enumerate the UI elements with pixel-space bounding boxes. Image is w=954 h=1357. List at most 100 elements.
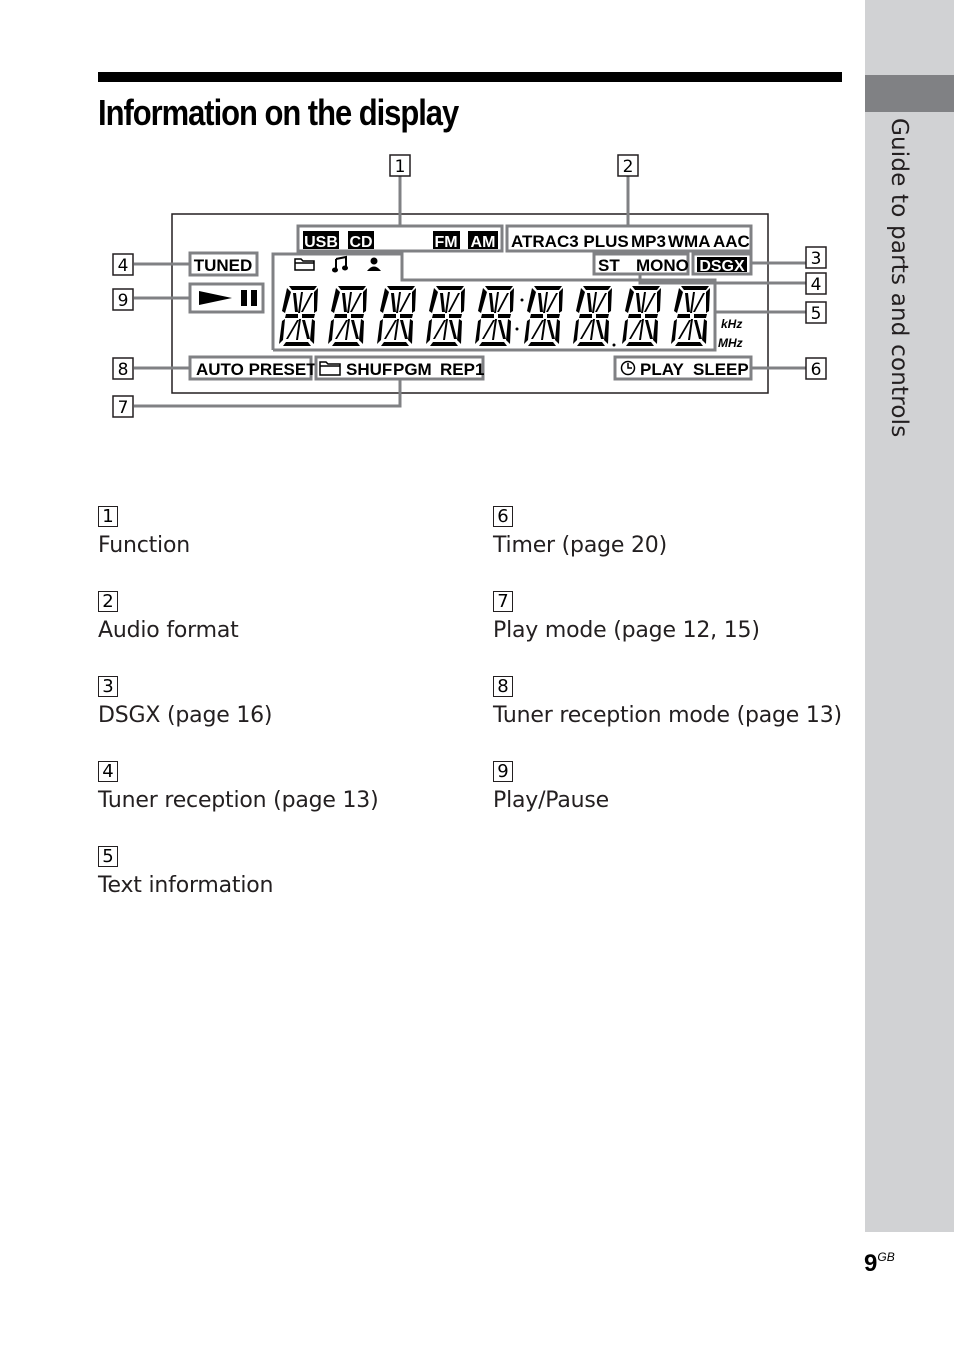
segment-digit — [524, 286, 563, 346]
digit-segment — [534, 286, 562, 290]
segment-digit — [426, 286, 465, 346]
digit-segment — [383, 314, 396, 318]
digit-segment — [475, 319, 481, 344]
digit-segment — [283, 342, 311, 346]
legend-item: 5 Text information — [98, 846, 273, 898]
auto-preset-indicator: AUTO PRESET — [196, 360, 317, 379]
legend-label: Audio format — [98, 618, 239, 643]
segment-digit — [279, 286, 318, 346]
digit-segment — [706, 288, 710, 313]
mp3-indicator: MP3 — [631, 232, 666, 251]
digit-segment — [674, 288, 683, 313]
rep1-indicator: REP1 — [440, 360, 484, 379]
digit-segment — [377, 319, 383, 344]
callout-3: 3 — [805, 246, 827, 269]
digit-segment — [426, 319, 432, 344]
digit-segment — [524, 319, 530, 344]
segment-digit — [622, 286, 661, 346]
svg-text:4: 4 — [811, 275, 822, 295]
digit-segment — [596, 320, 604, 339]
digit-segment — [289, 286, 317, 290]
digit-segment — [387, 286, 415, 290]
digit-segment — [334, 314, 347, 318]
digit-segment — [342, 293, 347, 312]
digit-segment — [489, 293, 494, 312]
page-number-value: 9 — [864, 1250, 878, 1277]
svg-text:6: 6 — [811, 360, 822, 380]
digit-segment — [506, 319, 511, 344]
digit-segment — [628, 314, 641, 318]
digit-segment — [448, 293, 460, 312]
sleep-indicator: SLEEP — [693, 360, 749, 379]
digit-segment — [449, 314, 462, 318]
digit-segment — [604, 319, 609, 344]
legend-number: 8 — [493, 676, 513, 697]
digit-segment — [645, 314, 658, 318]
digit-segment — [301, 293, 313, 312]
segment-digit — [377, 286, 416, 346]
svg-text:8: 8 — [118, 360, 129, 380]
digit-segment — [399, 293, 411, 312]
digit-segment — [559, 288, 563, 313]
segment-digit — [573, 286, 612, 346]
digit-segment — [625, 288, 634, 313]
digit-segment — [381, 342, 409, 346]
digit-segment — [677, 314, 690, 318]
digit-segment — [498, 320, 506, 339]
digit-segment — [546, 293, 558, 312]
legend-label: Tuner reception (page 13) — [98, 788, 379, 813]
am-indicator: AM — [468, 231, 498, 251]
svg-text:FM: FM — [434, 234, 457, 251]
legend-label: Play mode (page 12, 15) — [493, 618, 760, 643]
digit-segment — [436, 286, 464, 290]
svg-text:9: 9 — [118, 291, 129, 311]
callout-4-left: 4 — [112, 253, 134, 276]
digit-segment — [328, 319, 334, 344]
digit-segment — [485, 286, 513, 290]
play-timer-indicator: PLAY — [640, 360, 684, 379]
digit-segment — [310, 319, 315, 344]
digit-segment — [302, 320, 310, 339]
svg-text:CD: CD — [349, 234, 372, 251]
svg-text:7: 7 — [118, 398, 129, 418]
segment-digit — [475, 286, 514, 346]
callout-4-right: 4 — [805, 272, 827, 295]
play-icon — [199, 291, 232, 305]
cd-indicator: CD — [348, 231, 374, 251]
svg-text:2: 2 — [623, 157, 634, 177]
digit-segment — [528, 342, 556, 346]
legend-number: 5 — [98, 846, 118, 867]
tuned-indicator: TUNED — [194, 256, 253, 275]
dsgx-indicator: DSGX — [699, 258, 745, 275]
digit-segment — [681, 286, 709, 290]
digit-segment — [671, 319, 677, 344]
digit-segment — [622, 319, 628, 344]
svg-text:5: 5 — [811, 304, 822, 324]
digit-segment — [587, 293, 592, 312]
st-indicator: ST — [598, 256, 620, 275]
legend-label: Text information — [98, 873, 274, 898]
play-mode-folder-icon — [319, 361, 341, 376]
legend-item: 3 DSGX (page 16) — [98, 676, 273, 728]
legend-label: Timer (page 20) — [493, 533, 667, 558]
digit-segment — [498, 314, 511, 318]
segment-digit — [671, 286, 710, 346]
legend-number: 6 — [493, 506, 513, 527]
digit-segment — [350, 293, 362, 312]
digit-segment — [579, 314, 592, 318]
callout-9: 9 — [112, 288, 134, 311]
legend-item: 2 Audio format — [98, 591, 239, 643]
legend-number: 2 — [98, 591, 118, 612]
digit-segment — [430, 342, 458, 346]
svg-text:3: 3 — [811, 249, 822, 269]
legend-number: 9 — [493, 761, 513, 782]
digit-segment — [457, 319, 462, 344]
digit-segment — [408, 319, 413, 344]
callout-7: 7 — [112, 395, 134, 418]
legend-item: 9 Play/Pause — [493, 761, 609, 813]
mono-indicator: MONO — [636, 256, 689, 275]
digit-segment — [332, 342, 360, 346]
digit-segment — [338, 286, 366, 290]
digit-segment — [657, 288, 661, 313]
decimal-dot — [612, 343, 616, 347]
